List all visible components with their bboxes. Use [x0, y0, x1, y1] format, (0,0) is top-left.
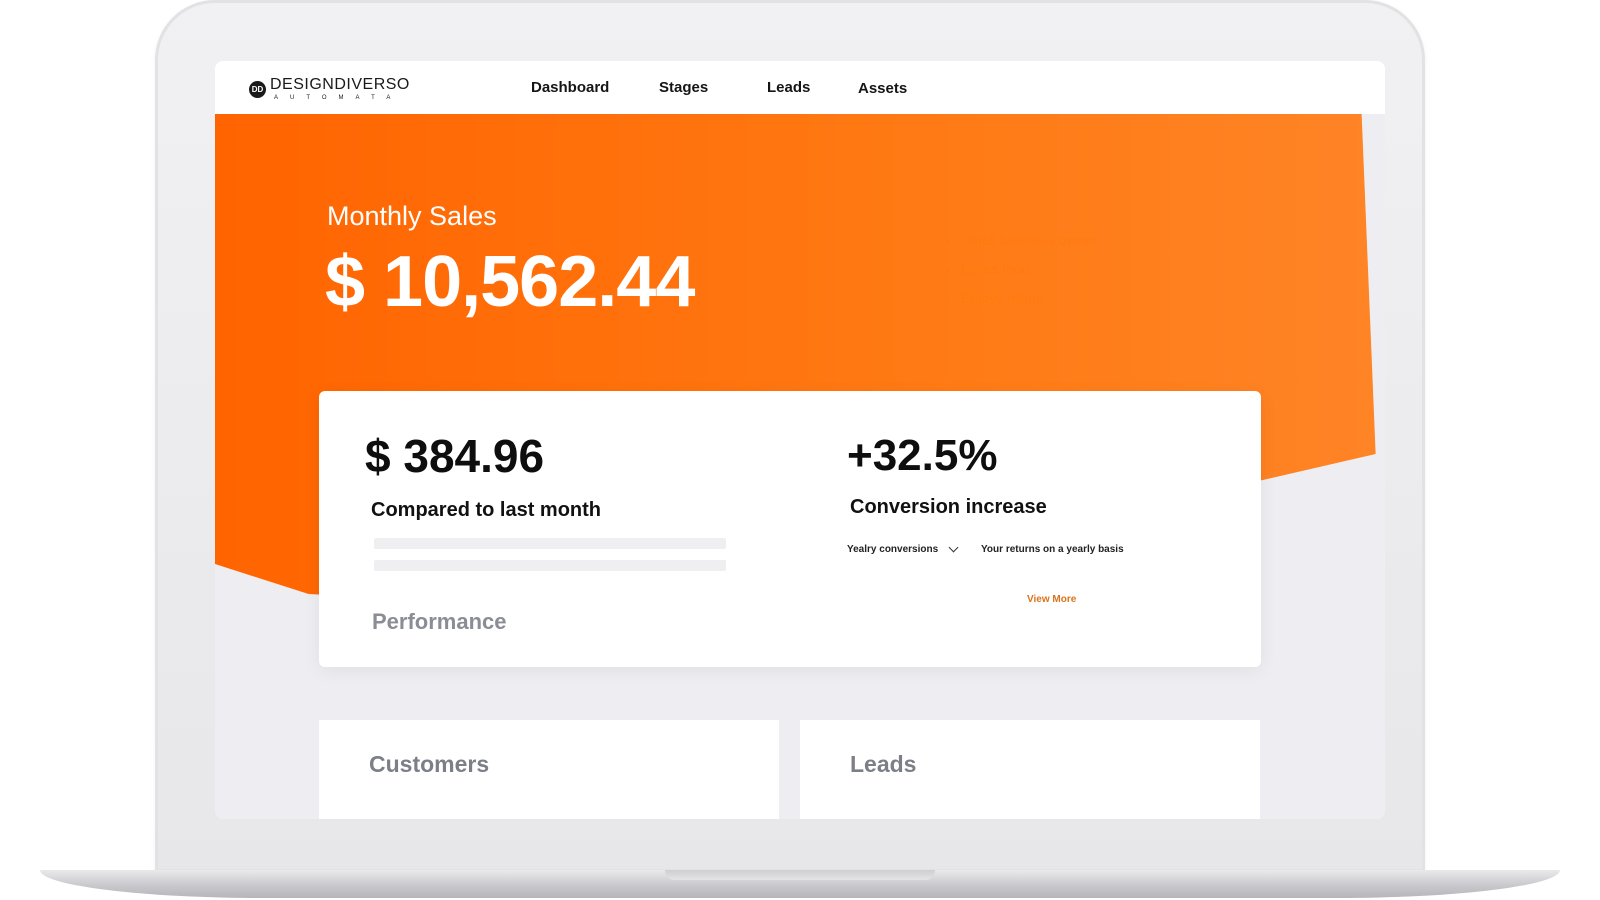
- brand-subtitle: AUTOMATA: [274, 95, 403, 101]
- placeholder-bar: [374, 560, 726, 571]
- leads-title: Leads: [850, 751, 917, 777]
- ghost-list-item: Small business owner: [961, 226, 1097, 255]
- conversion-percent: +32.5%: [847, 431, 998, 480]
- leads-panel[interactable]: Leads: [800, 720, 1260, 819]
- monthly-sales-value: $ 10,562.44: [325, 242, 695, 322]
- hero-title: Monthly Sales: [327, 201, 497, 231]
- top-navbar: DD DESIGNDIVERSO AUTOMATA Dashboard Stag…: [215, 61, 1385, 114]
- chevron-down-icon: [948, 542, 959, 553]
- view-more-link[interactable]: View More: [1027, 594, 1076, 605]
- nav-assets[interactable]: Assets: [858, 80, 907, 97]
- screen: DD DESIGNDIVERSO AUTOMATA Dashboard Stag…: [215, 61, 1385, 819]
- conversion-label: Conversion increase: [850, 496, 1047, 518]
- summary-card: $ 384.96 Compared to last month Performa…: [319, 391, 1261, 667]
- ghost-list-item: Enjoys hiking: [961, 284, 1097, 313]
- nav-stages[interactable]: Stages: [659, 79, 708, 96]
- comparison-label: Compared to last month: [371, 499, 602, 521]
- placeholder-bar: [374, 538, 726, 549]
- select-value: Yealry conversions: [847, 544, 939, 555]
- customers-title: Customers: [369, 751, 490, 777]
- laptop-notch: [665, 870, 935, 880]
- ghost-list-item: Loves food: [961, 255, 1097, 284]
- nav-leads[interactable]: Leads: [767, 79, 810, 96]
- comparison-amount: $ 384.96: [365, 430, 545, 482]
- logo-text: DESIGNDIVERSO AUTOMATA: [270, 76, 410, 102]
- nav-dashboard[interactable]: Dashboard: [531, 79, 609, 96]
- logo-icon: DD: [249, 80, 266, 98]
- returns-text: Your returns on a yearly basis: [981, 544, 1124, 555]
- conversion-period-select[interactable]: Yealry conversions: [847, 542, 959, 555]
- performance-label: Performance: [372, 609, 507, 634]
- brand-name: DESIGNDIVERSO: [270, 76, 410, 93]
- brand-logo[interactable]: DD DESIGNDIVERSO AUTOMATA: [249, 77, 410, 101]
- customers-panel[interactable]: Customers: [319, 720, 779, 819]
- ghost-list: Small business owner Loves food Enjoys h…: [945, 226, 1097, 313]
